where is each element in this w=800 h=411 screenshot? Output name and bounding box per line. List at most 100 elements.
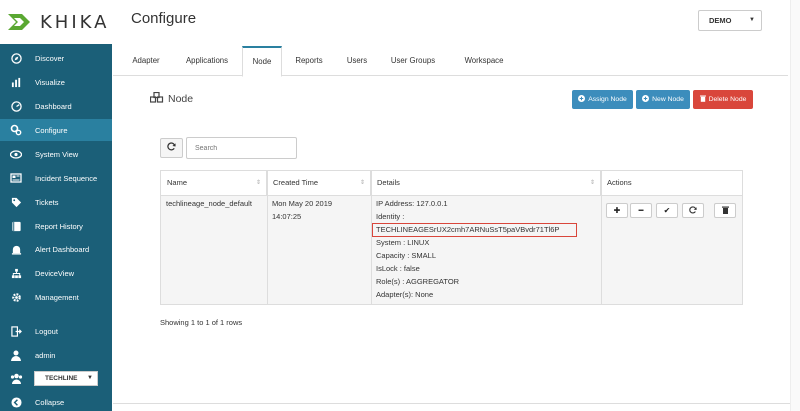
logout-label: Logout [35,326,58,336]
details-ip: IP Address: 127.0.0.1 [376,199,448,208]
panel-title: Node [149,91,194,106]
page-title: Configure [131,10,197,27]
details-adapters: Adapter(s): None [376,290,434,299]
sidebar-item-label: Discover [35,53,65,63]
sidebar-item-collapse[interactable]: Collapse [0,391,112,411]
add-button[interactable]: ✚ [606,203,628,218]
cubes-icon [149,91,164,106]
tag-icon [10,196,22,208]
organization-select-value: TECHLINE [45,375,78,382]
sidebar-item-report-history[interactable]: Report History [0,215,112,237]
tab-bar: Adapter Applications Node Reports Users … [113,46,788,77]
delete-row-button[interactable] [714,203,736,218]
refresh-icon [167,142,176,154]
delete-node-label: Delete Node [708,96,747,103]
gear-icon [10,291,22,303]
sidebar: KHIKA Discover Visualize Dashboard Confi… [0,0,112,411]
refresh-icon [689,205,697,216]
bar-chart-icon [10,76,22,88]
column-divider [371,171,372,304]
newspaper-icon [10,172,22,184]
logo-mark-icon [8,14,30,30]
sidebar-item-visualize[interactable]: Visualize [0,71,112,93]
trash-icon [699,95,706,104]
book-icon [10,220,22,232]
tab-users[interactable]: Users [341,46,373,76]
search-input[interactable] [186,137,297,159]
sidebar-item-discover[interactable]: Discover [0,47,112,69]
workspace-select-value: DEMO [709,16,732,25]
workspace-select[interactable]: DEMO ▼ [698,10,762,31]
user-label: admin [35,350,56,360]
sidebar-item-label: DeviceView [35,268,75,278]
trash-icon [721,206,729,216]
sitemap-icon [10,267,22,279]
remove-button[interactable]: ━ [630,203,652,218]
sidebar-item-label: Management [35,292,79,302]
scrollbar[interactable] [790,0,800,411]
delete-node-button[interactable]: Delete Node [693,90,753,109]
gears-icon [10,124,22,136]
sidebar-item-logout[interactable]: Logout [0,320,112,342]
sidebar-item-dashboard[interactable]: Dashboard [0,95,112,117]
tab-reports[interactable]: Reports [291,46,327,76]
arrow-circle-left-icon [10,396,22,408]
created-time-cell: 14:07:25 [272,212,302,221]
sidebar-item-label: Dashboard [35,101,72,111]
sidebar-item-incident-sequence[interactable]: Incident Sequence [0,167,112,189]
refresh-button[interactable] [160,138,183,158]
organization-select[interactable]: TECHLINE ▼ [34,371,98,386]
column-divider [267,171,268,304]
caret-down-icon: ▼ [749,17,755,23]
details-system: System : LINUX [376,238,430,247]
details-islock: IsLock : false [376,264,420,273]
sign-out-icon [10,325,22,337]
sidebar-item-configure[interactable]: Configure [0,119,112,141]
logo[interactable]: KHIKA [0,0,112,44]
assign-node-button[interactable]: Assign Node [572,90,633,109]
sidebar-item-tickets[interactable]: Tickets [0,191,112,213]
sidebar-item-system-view[interactable]: System View [0,143,112,165]
refresh-node-button[interactable] [682,203,704,218]
sidebar-item-user[interactable]: admin [0,344,112,366]
sidebar-item-label: System View [35,149,79,159]
logo-text: KHIKA [40,12,110,33]
compass-icon [10,52,22,64]
sidebar-item-label: Tickets [35,197,59,207]
column-header-created-time[interactable]: Created Time ⇕ [267,171,371,195]
sidebar-item-alert-dashboard[interactable]: Alert Dashboard [0,238,112,260]
details-identity-label: Identity : [376,212,405,221]
plus-circle-icon [642,95,650,104]
users-group-icon [10,373,23,386]
check-icon: ✔ [663,206,671,215]
pagination-info: Showing 1 to 1 of 1 rows [160,318,243,327]
footer-divider [113,403,800,404]
sidebar-item-deviceview[interactable]: DeviceView [0,262,112,284]
assign-node-label: Assign Node [588,96,627,103]
sidebar-item-label: Report History [35,221,83,231]
column-header-actions: Actions [601,171,742,195]
plus-icon: ✚ [613,206,621,215]
tab-adapter[interactable]: Adapter [125,46,167,76]
eye-icon [10,148,22,160]
tab-workspace[interactable]: Workspace [458,46,510,76]
created-date-cell: Mon May 20 2019 [272,199,333,208]
sidebar-item-label: Visualize [35,77,65,87]
tab-user-groups[interactable]: User Groups [385,46,441,76]
column-header-name[interactable]: Name ⇕ [161,171,267,195]
alarm-icon [10,243,22,255]
sidebar-item-management[interactable]: Management [0,286,112,308]
identity-highlight-box [372,223,577,237]
new-node-button[interactable]: New Node [636,90,690,109]
tab-applications[interactable]: Applications [179,46,235,76]
details-capacity: Capacity : SMALL [376,251,437,260]
tab-node[interactable]: Node [242,46,282,77]
column-header-details[interactable]: Details ⇕ [371,171,601,195]
sidebar-item-label: Alert Dashboard [35,244,90,254]
column-divider [601,171,602,304]
panel-title-text: Node [168,93,194,105]
dashboard-icon [10,100,22,112]
approve-button[interactable]: ✔ [656,203,678,218]
node-name-cell: techlineage_node_default [166,199,252,208]
sort-icon: ⇕ [359,180,365,186]
